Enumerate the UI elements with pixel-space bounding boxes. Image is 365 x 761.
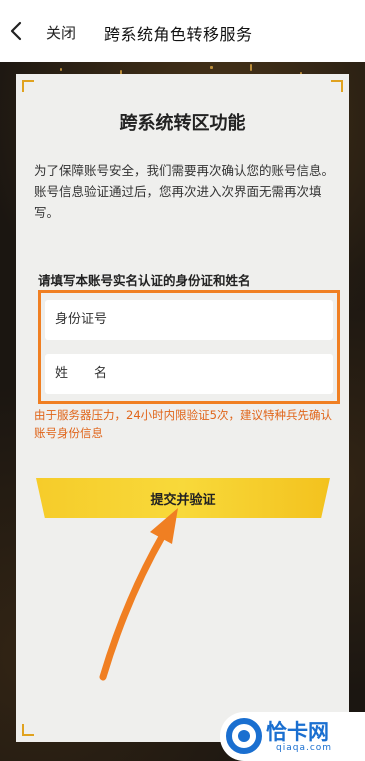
qiaka-logo-icon [226, 718, 262, 754]
intro-text: 为了保障账号安全，我们需要再次确认您的账号信息。账号信息验证通过后，您再次进入次… [34, 163, 335, 220]
corner-decoration [331, 80, 343, 92]
corner-decoration [22, 724, 34, 736]
close-button[interactable]: 关闭 [46, 22, 76, 43]
id-number-field[interactable]: 身份证号 [45, 300, 333, 340]
background-spark [210, 66, 213, 69]
background-spark [250, 64, 252, 71]
watermark-domain: qiaqa.com [276, 743, 333, 753]
form-heading: 请填写本账号实名认证的身份证和姓名 [38, 273, 251, 288]
watermark-brand: 恰卡网 [266, 720, 329, 744]
transfer-card: 跨系统转区功能 为了保障账号安全，我们需要再次确认您的账号信息。账号信息验证通过… [16, 74, 349, 742]
watermark-badge: 恰卡网 qiaqa.com [220, 712, 365, 761]
card-title: 跨系统转区功能 [119, 113, 246, 134]
page-title: 跨系统角色转移服务 [104, 25, 253, 44]
submit-verify-label: 提交并验证 [150, 492, 216, 508]
chevron-left-icon[interactable] [8, 21, 24, 41]
top-nav-bar: 关闭 跨系统角色转移服务 [0, 0, 365, 62]
corner-decoration [22, 80, 34, 92]
identity-form-highlight: 身份证号 姓 名 [38, 290, 340, 404]
submit-verify-button[interactable]: 提交并验证 [36, 478, 330, 518]
name-field[interactable]: 姓 名 [45, 354, 333, 394]
verification-limit-warning: 由于服务器压力，24小时内限验证5次，建议特种兵先确认账号身份信息 [34, 408, 332, 440]
background-spark [60, 68, 62, 71]
